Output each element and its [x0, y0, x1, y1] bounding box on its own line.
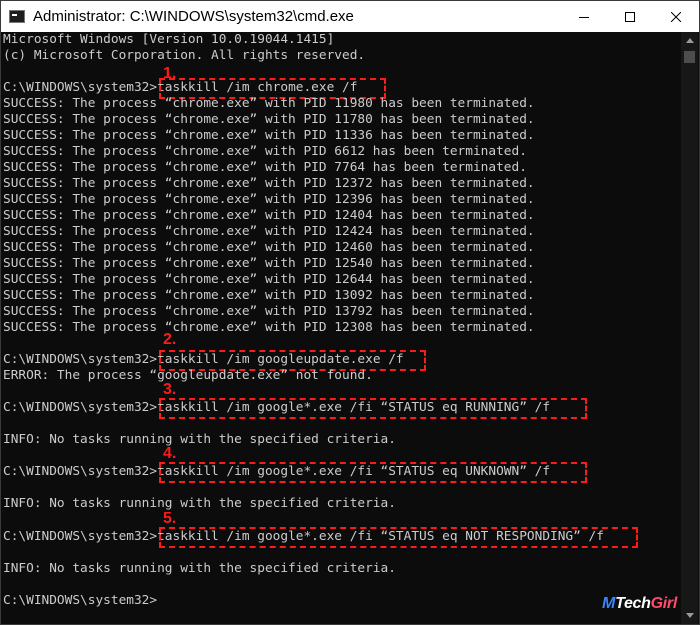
- command-highlight: [159, 527, 638, 548]
- minimize-icon: [579, 16, 589, 18]
- console-output[interactable]: Microsoft Windows [Version 10.0.19044.14…: [2, 32, 680, 624]
- console-line: (c) Microsoft Corporation. All rights re…: [3, 48, 366, 63]
- scroll-down-button[interactable]: [681, 607, 698, 624]
- prompt: C:\WINDOWS\system32>: [3, 529, 158, 544]
- command-highlight: [159, 462, 587, 483]
- chevron-up-icon: [685, 38, 694, 43]
- console-line: SUCCESS: The process “chrome.exe” with P…: [3, 224, 535, 239]
- prompt: C:\WINDOWS\system32>: [3, 400, 158, 415]
- vertical-scrollbar[interactable]: [681, 32, 698, 624]
- console-line: ERROR: The process “googleupdate.exe” no…: [3, 368, 373, 383]
- watermark-logo: MTechGirl: [602, 595, 677, 613]
- step-label: 3.: [163, 381, 177, 398]
- console-line: INFO: No tasks running with the specifie…: [3, 561, 396, 576]
- step-label: 2.: [163, 331, 177, 348]
- step-label: 5.: [163, 510, 177, 527]
- console-line: SUCCESS: The process “chrome.exe” with P…: [3, 288, 535, 303]
- scroll-up-button[interactable]: [681, 32, 698, 49]
- command-line: C:\WINDOWS\system32>: [3, 593, 157, 609]
- console-line: SUCCESS: The process “chrome.exe” with P…: [3, 128, 535, 143]
- console-line: SUCCESS: The process “chrome.exe” with P…: [3, 272, 535, 287]
- console-line: SUCCESS: The process “chrome.exe” with P…: [3, 320, 535, 335]
- scrollbar-thumb[interactable]: [684, 51, 695, 63]
- chevron-down-icon: [685, 613, 694, 618]
- prompt: C:\WINDOWS\system32>: [3, 80, 158, 95]
- console-line: SUCCESS: The process “chrome.exe” with P…: [3, 160, 527, 175]
- cmd-icon: [9, 10, 25, 23]
- console-line: INFO: No tasks running with the specifie…: [3, 496, 396, 511]
- cmd-window: Administrator: C:\WINDOWS\system32\cmd.e…: [0, 0, 700, 625]
- watermark-part: M: [602, 595, 616, 612]
- console-line: SUCCESS: The process “chrome.exe” with P…: [3, 112, 535, 127]
- console-line: SUCCESS: The process “chrome.exe” with P…: [3, 192, 535, 207]
- watermark-part: Girl: [650, 595, 678, 612]
- prompt: C:\WINDOWS\system32>: [3, 464, 158, 479]
- prompt: C:\WINDOWS\system32>: [3, 593, 158, 608]
- console-line: SUCCESS: The process “chrome.exe” with P…: [3, 144, 527, 159]
- minimize-button[interactable]: [561, 1, 607, 32]
- window-controls: [561, 1, 699, 32]
- close-icon: [671, 11, 681, 22]
- window-title: Administrator: C:\WINDOWS\system32\cmd.e…: [33, 8, 354, 25]
- console-line: SUCCESS: The process “chrome.exe” with P…: [3, 176, 535, 191]
- maximize-button[interactable]: [607, 1, 653, 32]
- console-line: SUCCESS: The process “chrome.exe” with P…: [3, 240, 535, 255]
- maximize-icon: [625, 11, 635, 22]
- prompt: C:\WINDOWS\system32>: [3, 352, 158, 367]
- console-line: INFO: No tasks running with the specifie…: [3, 432, 396, 447]
- console-line: SUCCESS: The process “chrome.exe” with P…: [3, 96, 535, 111]
- console-line: SUCCESS: The process “chrome.exe” with P…: [3, 256, 535, 271]
- command-highlight: [159, 398, 587, 419]
- console-line: Microsoft Windows [Version 10.0.19044.14…: [3, 32, 335, 47]
- step-label: 4.: [163, 445, 177, 462]
- title-bar[interactable]: Administrator: C:\WINDOWS\system32\cmd.e…: [1, 1, 699, 32]
- console-line: SUCCESS: The process “chrome.exe” with P…: [3, 304, 535, 319]
- watermark-part: Tech: [615, 595, 651, 612]
- console-line: SUCCESS: The process “chrome.exe” with P…: [3, 208, 535, 223]
- close-button[interactable]: [653, 1, 699, 32]
